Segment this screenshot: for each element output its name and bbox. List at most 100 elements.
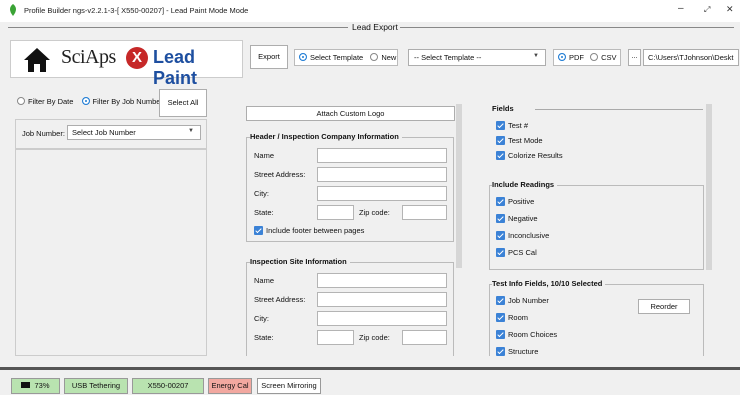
pdf-radio[interactable]	[558, 53, 566, 62]
csv-radio[interactable]	[590, 53, 599, 62]
job-number-row: Job Number: Select Job Number ▼	[15, 119, 207, 149]
reading-option[interactable]: Negative	[496, 213, 538, 224]
export-path-field[interactable]: C:\Users\TJohnson\Deskt	[643, 49, 739, 66]
checkbox-icon[interactable]	[496, 312, 505, 322]
right-scrollbar[interactable]	[706, 104, 712, 270]
company-state-input[interactable]	[317, 205, 354, 220]
reading-option[interactable]: PCS Cal	[496, 247, 537, 258]
select-all-button[interactable]: Select All	[159, 89, 207, 117]
info-label: Room Choices	[508, 330, 558, 339]
test-info-section-title: Test Info Fields, 10/10 Selected	[492, 279, 606, 288]
restore-button[interactable]: ⤢	[704, 5, 710, 15]
filter-by-job-radio[interactable]	[81, 97, 90, 106]
home-icon[interactable]	[23, 47, 51, 73]
checkbox-icon[interactable]	[496, 295, 505, 305]
readings-section-title: Include Readings	[492, 180, 558, 189]
middle-scrollbar[interactable]	[456, 104, 462, 268]
filter-by-date-radio[interactable]	[17, 97, 25, 106]
minimize-button[interactable]: –	[678, 3, 684, 14]
group-line-right	[400, 27, 734, 28]
job-list[interactable]	[15, 149, 207, 356]
company-name-input[interactable]	[317, 148, 447, 163]
info-option[interactable]: Room	[496, 312, 528, 323]
close-button[interactable]: ✕	[726, 4, 734, 15]
screen-mirroring-button[interactable]: Screen Mirroring	[257, 378, 321, 394]
chevron-down-icon: ▼	[188, 128, 194, 134]
group-line-left	[8, 27, 348, 28]
energy-cal-status[interactable]: Energy Cal	[208, 378, 252, 394]
reading-option[interactable]: Inconclusive	[496, 230, 550, 241]
field-label: Colorize Results	[508, 151, 563, 160]
name-label: Name	[254, 151, 275, 160]
device-status: X550-00207	[132, 378, 204, 394]
filter-by-job-label: Filter By Job Number	[92, 97, 163, 106]
checkbox-icon[interactable]	[496, 150, 505, 160]
export-button[interactable]: Export	[250, 45, 288, 69]
field-option[interactable]: Test Mode	[496, 135, 543, 146]
checkbox-icon[interactable]	[496, 135, 505, 145]
site-name-input[interactable]	[317, 273, 447, 288]
include-footer-option[interactable]: Include footer between pages	[254, 225, 365, 236]
site-zip-label: Zip code:	[359, 333, 390, 342]
lead-export-group-title: Lead Export	[350, 22, 400, 32]
include-footer-label: Include footer between pages	[266, 226, 365, 235]
checkbox-icon[interactable]	[496, 329, 505, 339]
company-zip-input[interactable]	[402, 205, 447, 220]
company-city-input[interactable]	[317, 186, 447, 201]
brand-header: SciAps X Lead Paint	[10, 40, 243, 88]
site-state-input[interactable]	[317, 330, 354, 345]
title-bar: Profile Builder ngs-v2.2.1-3-[ X550-0020…	[0, 0, 740, 22]
site-city-input[interactable]	[317, 311, 447, 326]
company-street-input[interactable]	[317, 167, 447, 182]
job-number-value: Select Job Number	[72, 128, 136, 137]
checkbox-icon[interactable]	[496, 213, 505, 223]
info-label: Job Number	[508, 296, 549, 305]
attach-logo-button[interactable]: Attach Custom Logo	[246, 106, 455, 121]
field-option[interactable]: Colorize Results	[496, 150, 563, 161]
new-template-radio[interactable]	[370, 53, 379, 62]
job-number-label: Job Number:	[22, 129, 65, 138]
field-option[interactable]: Test #	[496, 120, 528, 131]
pdf-label: PDF	[569, 53, 584, 62]
site-street-label: Street Address:	[254, 295, 306, 304]
template-mode-group: Select Template New	[294, 49, 398, 66]
checkbox-icon[interactable]	[254, 225, 263, 235]
reorder-button[interactable]: Reorder	[638, 299, 690, 314]
site-section-title: Inspection Site Information	[250, 257, 350, 266]
chevron-down-icon: ▼	[533, 53, 539, 59]
checkbox-icon[interactable]	[496, 230, 505, 240]
site-street-input[interactable]	[317, 292, 447, 307]
template-dropdown[interactable]: -- Select Template -- ▼	[408, 49, 546, 66]
job-number-dropdown[interactable]: Select Job Number ▼	[67, 125, 201, 140]
select-template-radio[interactable]	[299, 53, 307, 62]
checkbox-icon[interactable]	[496, 196, 505, 206]
field-label: Test Mode	[508, 136, 543, 145]
brand-x-logo: X	[126, 47, 148, 69]
filter-options: Filter By Date Filter By Job Number	[17, 97, 163, 106]
reading-label: PCS Cal	[508, 248, 537, 257]
checkbox-icon[interactable]	[496, 346, 505, 356]
info-option[interactable]: Structure	[496, 346, 539, 357]
reading-label: Positive	[508, 197, 535, 206]
info-option[interactable]: Room Choices	[496, 329, 558, 340]
status-bar: 73% USB Tethering X550-00207 Energy Cal …	[0, 367, 740, 395]
usb-tethering-status: USB Tethering	[64, 378, 128, 394]
fields-section-title: Fields	[492, 104, 517, 113]
zip-label: Zip code:	[359, 208, 390, 217]
window-title: Profile Builder ngs-v2.2.1-3-[ X550-0020…	[24, 6, 249, 15]
site-state-label: State:	[254, 333, 274, 342]
city-label: City:	[254, 189, 269, 198]
brand-sciaps: SciAps	[61, 46, 116, 68]
reading-label: Inconclusive	[508, 231, 550, 240]
reading-option[interactable]: Positive	[496, 196, 535, 207]
info-label: Structure	[508, 347, 539, 356]
battery-value: 73%	[34, 381, 50, 390]
app-leaf-icon	[10, 4, 16, 16]
checkbox-icon[interactable]	[496, 120, 505, 130]
site-zip-input[interactable]	[402, 330, 447, 345]
checkbox-icon[interactable]	[496, 247, 505, 257]
filter-by-date-label: Filter By Date	[28, 97, 74, 106]
template-dropdown-value: -- Select Template --	[414, 53, 482, 62]
info-option[interactable]: Job Number	[496, 295, 549, 306]
browse-button[interactable]: ...	[628, 49, 641, 66]
